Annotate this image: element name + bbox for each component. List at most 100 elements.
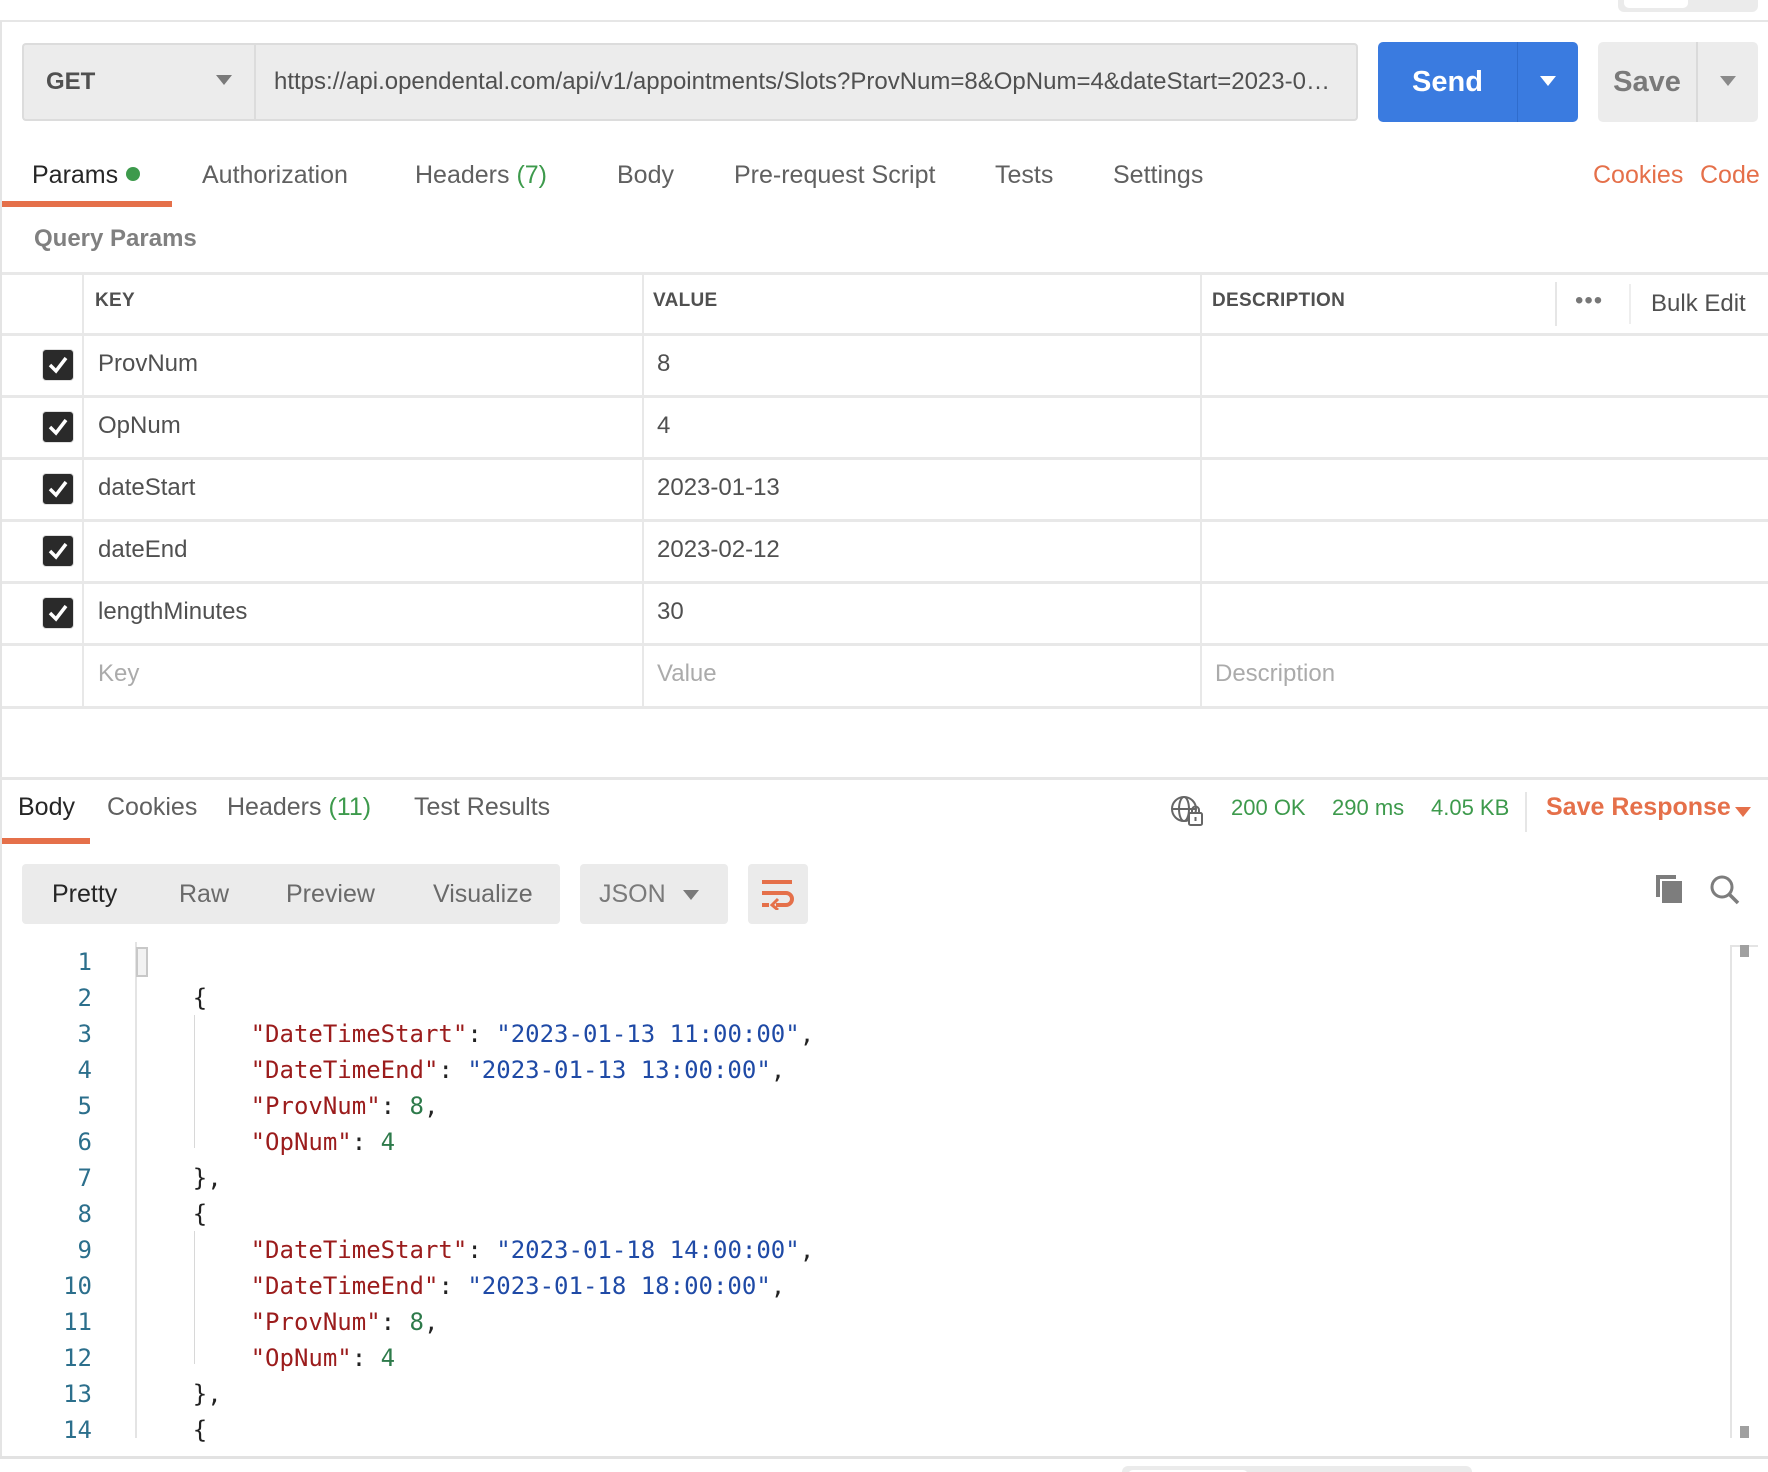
status-code[interactable]: 200 OK [1231,795,1306,821]
column-header-value: VALUE [653,290,718,311]
method-select[interactable]: GET [22,43,254,121]
new-value-input[interactable]: Value [657,660,717,688]
line-number: 10 [63,1272,92,1300]
table-border [2,333,1768,336]
view-mode-visualize[interactable]: Visualize [433,864,533,924]
view-mode-pretty[interactable]: Pretty [52,864,117,924]
method-label: GET [46,68,96,95]
column-divider [642,272,644,708]
code-link[interactable]: Code [1700,150,1760,200]
header-separator [1555,282,1557,326]
save-options-button[interactable] [1696,42,1758,122]
copy-icon[interactable] [1656,875,1684,905]
tab-label: Tests [995,161,1054,189]
response-tab-body[interactable]: Body [18,793,75,822]
scroll-down-arrow[interactable] [1740,1426,1749,1438]
tab-authorization[interactable]: Authorization [202,150,348,200]
tab-params[interactable]: Params [32,150,141,200]
line-number: 7 [77,1164,92,1192]
wrap-icon [762,880,794,910]
tab-label: Params [32,161,119,189]
table-border [2,272,1768,275]
param-checkbox[interactable] [42,411,74,443]
json-punct: , [799,1020,815,1048]
response-tab-test-results[interactable]: Test Results [414,793,550,822]
chevron-down-icon [1720,76,1736,86]
param-checkbox[interactable] [42,473,74,505]
view-mode-raw[interactable]: Raw [179,864,229,924]
table-border [2,395,1768,398]
format-select[interactable]: JSON [580,864,728,924]
top-toggle[interactable] [1618,0,1758,12]
new-key-input[interactable]: Key [98,660,139,688]
param-key[interactable]: ProvNum [98,350,198,378]
param-value[interactable]: 4 [657,412,670,440]
param-key[interactable]: lengthMinutes [98,598,247,626]
code-text: { [135,1412,207,1442]
url-input[interactable]: https://api.opendental.com/api/v1/appoin… [254,43,1358,121]
tab-body[interactable]: Body [617,150,674,200]
line-number: 2 [77,984,92,1012]
chevron-down-icon[interactable] [1735,807,1751,817]
request-tabs: Params Authorization Headers (7) Body Pr… [0,150,1768,207]
param-value[interactable]: 2023-02-12 [657,536,780,564]
scroll-up-arrow[interactable] [1740,945,1749,957]
param-value[interactable]: 2023-01-13 [657,474,780,502]
cookies-link[interactable]: Cookies [1593,150,1683,200]
code-line: 13 }, [0,1376,1730,1412]
json-punct: { [135,1416,208,1442]
param-value[interactable]: 8 [657,350,670,378]
vertical-scrollbar[interactable] [1730,945,1732,1438]
globe-lock-icon[interactable] [1170,795,1204,827]
param-checkbox[interactable] [42,597,74,629]
json-punct: : [351,1344,381,1372]
response-tab-cookies[interactable]: Cookies [107,793,197,822]
param-key[interactable]: dateEnd [98,536,187,564]
json-punct: : [467,1236,497,1264]
json-key: "ProvNum" [250,1092,381,1120]
tab-headers[interactable]: Headers (7) [415,150,547,200]
bottom-toggle[interactable] [1122,1466,1472,1472]
response-body-editor[interactable]: 1[2 {3 "DateTimeStart": "2023-01-13 11:0… [0,942,1730,1442]
send-options-button[interactable] [1517,42,1578,122]
format-label: JSON [599,880,666,908]
new-description-input[interactable]: Description [1215,660,1335,688]
column-divider [82,272,84,708]
tab-pre-request-script[interactable]: Pre-request Script [734,150,935,200]
json-number: 8 [409,1092,424,1120]
json-punct: , [424,1308,439,1336]
send-button[interactable]: Send [1378,42,1578,122]
param-key[interactable]: dateStart [98,474,195,502]
json-punct [135,1308,251,1336]
code-line: 7 }, [0,1160,1730,1196]
chevron-down-icon [683,890,699,900]
param-checkbox[interactable] [42,535,74,567]
save-button[interactable]: Save [1598,42,1758,122]
line-number: 9 [77,1236,92,1264]
param-value[interactable]: 30 [657,598,684,626]
code-text: "DateTimeEnd": "2023-01-18 18:00:00", [135,1268,786,1304]
params-active-dot [126,167,141,182]
more-options-icon[interactable]: ••• [1575,287,1603,315]
response-time[interactable]: 290 ms [1332,795,1404,821]
search-icon[interactable] [1710,875,1740,905]
code-text: "DateTimeStart": "2023-01-18 14:00:00", [135,1232,815,1268]
tab-settings[interactable]: Settings [1113,150,1203,200]
bulk-edit-link[interactable]: Bulk Edit [1651,290,1746,318]
code-line: 6 "OpNum": 4 [0,1124,1730,1160]
code-text: "OpNum": 4 [135,1340,396,1376]
response-size[interactable]: 4.05 KB [1431,795,1509,821]
param-checkbox[interactable] [42,349,74,381]
response-tab-headers[interactable]: Headers (11) [227,793,371,822]
wrap-lines-button[interactable] [748,864,808,924]
code-line: 8 { [0,1196,1730,1232]
json-punct: : [438,1056,468,1084]
param-key[interactable]: OpNum [98,412,181,440]
tab-tests[interactable]: Tests [995,150,1053,200]
save-response-button[interactable]: Save Response [1546,793,1731,822]
code-line: 1[ [0,944,1730,980]
response-divider [0,777,1768,780]
view-mode-preview[interactable]: Preview [286,864,375,924]
code-text: { [135,1196,207,1232]
active-tab-underline [2,201,172,207]
